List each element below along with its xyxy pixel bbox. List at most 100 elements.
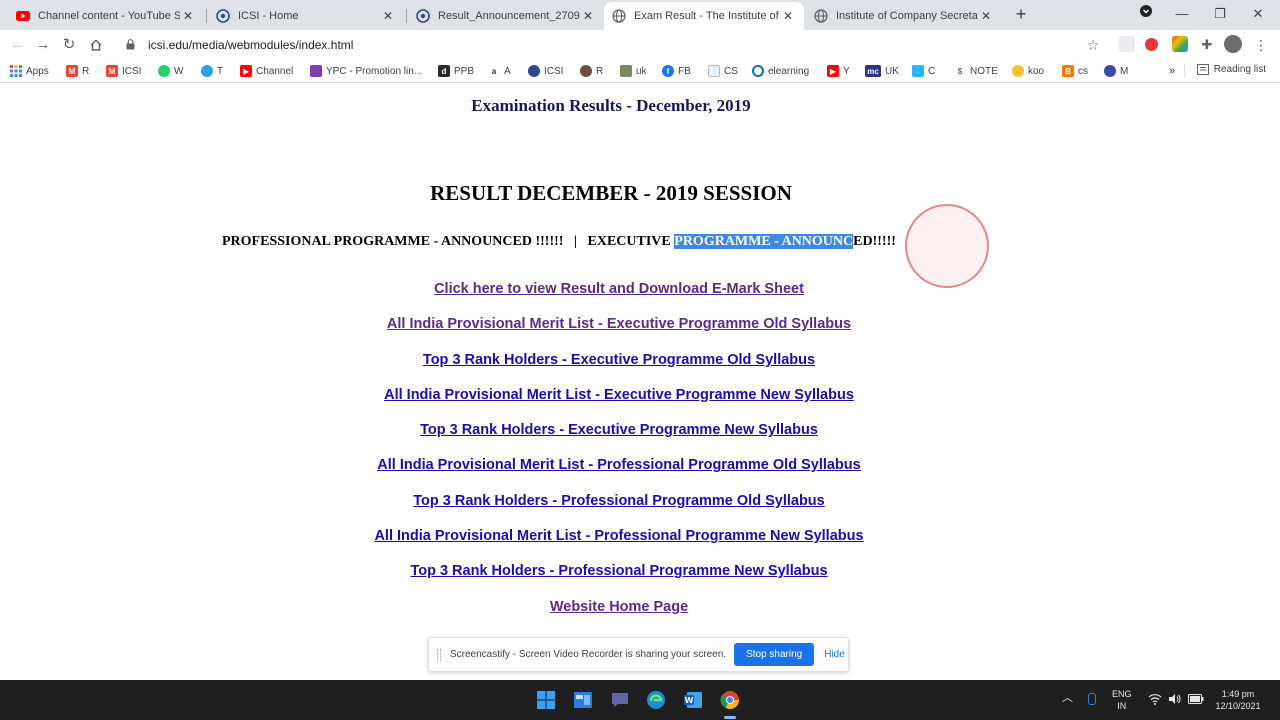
bookmark-label: R [596,65,604,77]
link-rank-holders-professional-old[interactable]: Top 3 Rank Holders - Professional Progra… [0,489,1238,524]
close-tab-icon[interactable]: ✕ [580,9,596,23]
teams-chat-icon[interactable] [609,689,631,711]
bookmark-apps[interactable]: Apps [10,64,49,78]
bookmark-item[interactable]: M ICSI [106,64,141,78]
dollar-icon: $ [954,65,966,77]
new-tab-plus-icon[interactable]: + [1011,4,1031,24]
close-window-icon[interactable]: ✕ [1248,4,1268,24]
onedrive-icon[interactable] [1088,693,1096,705]
selected-text: PROGRAMME - ANNOUNC [674,234,854,249]
windows-start-icon[interactable] [535,689,557,711]
bookmark-item[interactable]: W [158,64,183,78]
close-tab-icon[interactable]: ✕ [978,9,994,23]
bookmark-item[interactable]: CS [708,64,738,78]
tab-search-icon[interactable] [1136,4,1156,24]
screen-sharing-bar: Screencastify - Screen Video Recorder is… [428,637,849,672]
record-extension-icon[interactable] [1145,38,1158,51]
region-code: IN [1117,701,1127,711]
tab-youtube-studio[interactable]: Channel content - YouTube Studio ✕ [8,2,204,30]
bookmark-label: W [174,65,184,77]
browser-toolbar: ← → ↻ icsi.edu/media/webmodules/index.ht… [0,30,1280,59]
maximize-icon[interactable]: ❐ [1210,4,1230,24]
word-icon[interactable]: W [682,689,704,711]
tab-exam-result[interactable]: Exam Result - The Institute of Company S… [604,2,804,30]
browser-tab-strip: Channel content - YouTube Studio ✕ ICSI … [0,0,1280,30]
tab-title: Result_Announcement_27092020 [438,10,580,22]
bookmark-item[interactable]: aA [488,64,511,78]
shield-extension-icon[interactable] [1119,36,1135,52]
drag-handle-icon[interactable] [437,648,441,661]
page-content: Examination Results - December, 2019 RES… [0,84,1280,680]
profile-avatar[interactable] [1224,35,1242,53]
link-rank-holders-professional-new[interactable]: Top 3 Rank Holders - Professional Progra… [0,559,1238,594]
wifi-icon[interactable] [1148,693,1162,708]
bookmark-star-icon[interactable]: ☆ [1082,34,1104,56]
language-indicator[interactable]: ENG IN [1112,688,1132,712]
bookmark-item[interactable]: $ NOTE [954,64,998,78]
chrome-icon[interactable] [719,689,741,711]
link-merit-list-professional-old[interactable]: All India Provisional Merit List - Profe… [0,453,1238,488]
link-merit-list-professional-new[interactable]: All India Provisional Merit List - Profe… [0,524,1238,559]
more-bookmarks-chevron-icon[interactable]: » [1169,64,1175,78]
bookmark-item[interactable]: YPC - Promotion lin... [310,64,422,78]
tab-icsi-home[interactable]: ICSI - Home ✕ [208,2,404,30]
bookmark-item[interactable]: ▶ Channel [240,64,293,78]
result-heading: RESULT DECEMBER - 2019 SESSION [430,181,792,205]
announcement-text-end: ED!!!!! [853,234,896,249]
back-arrow-icon[interactable]: ← [6,34,28,56]
close-tab-icon[interactable]: ✕ [780,9,796,23]
link-rank-holders-executive-new[interactable]: Top 3 Rank Holders - Executive Programme… [0,418,1238,453]
tab-institute-company-secretaries[interactable]: Institute of Company Secretaries ✕ [806,2,1002,30]
bookmark-label: NOTE [970,65,998,77]
reading-list-button[interactable]: Reading list [1196,64,1266,75]
bookmark-label: cs [1078,65,1088,77]
address-bar[interactable]: icsi.edu/media/webmodules/index.html [114,32,1110,57]
close-tab-icon[interactable]: ✕ [180,9,196,23]
bookmark-item[interactable]: ▶ Y [827,64,850,78]
close-tab-icon[interactable]: ✕ [380,9,396,23]
bookmark-item[interactable]: elearning [752,64,809,78]
gmail-icon: M [106,65,118,77]
bookmark-item[interactable]: R [580,64,603,78]
reload-icon[interactable]: ↻ [58,34,80,56]
battery-icon[interactable] [1188,694,1204,707]
bookmark-item[interactable]: C [912,64,935,78]
forward-arrow-icon[interactable]: → [32,34,54,56]
link-website-home-page[interactable]: Website Home Page [0,595,1238,630]
bookmark-item[interactable]: koo [1012,64,1044,78]
clock[interactable]: 1:49 pm 12/10/2021 [1212,688,1264,712]
extensions-puzzle-icon[interactable]: ✚ [1196,34,1218,56]
bookmark-label: ICSI [544,65,564,77]
link-view-result-emark-sheet[interactable]: Click here to view Result and Download E… [0,277,1238,312]
d-logo-icon: d [438,65,450,77]
edge-browser-icon[interactable] [645,689,667,711]
bookmark-item[interactable]: uk [620,64,647,78]
bookmark-item[interactable]: ICSI [528,64,563,78]
home-icon[interactable] [85,34,107,56]
bookmarks-bar: Apps MR M ICSI W T ▶ Channel YPC - Promoti… [0,59,1280,83]
bookmark-item[interactable]: MR [66,64,89,78]
bookmark-item[interactable]: Bcs [1062,64,1088,78]
show-hidden-icons-chevron[interactable]: ︿ [1062,692,1073,704]
globe-icon [814,9,828,23]
bookmark-item[interactable]: mc UK [865,64,899,78]
link-merit-list-executive-new[interactable]: All India Provisional Merit List - Execu… [0,383,1238,418]
volume-icon[interactable] [1168,693,1182,708]
bookmark-label: M [1120,65,1129,77]
link-merit-list-executive-old[interactable]: All India Provisional Merit List - Execu… [0,312,1238,347]
stop-sharing-button[interactable]: Stop sharing [734,643,815,666]
minimize-icon[interactable]: — [1172,4,1192,24]
bookmark-item[interactable]: d PPB [438,64,474,78]
link-rank-holders-executive-old[interactable]: Top 3 Rank Holders - Executive Programme… [0,348,1238,383]
color-extension-icon[interactable] [1172,36,1188,52]
tab-result-announcement[interactable]: Result_Announcement_27092020 ✕ [408,2,604,30]
kebab-menu-icon[interactable]: ⋮ [1250,34,1272,56]
tab-title: Institute of Company Secretaries [836,10,978,22]
bookmark-label: T [217,65,224,77]
bookmark-item[interactable]: f FB [662,64,691,78]
file-explorer-icon[interactable] [572,689,594,711]
hide-button[interactable]: Hide [824,649,845,660]
reading-list-icon [1196,64,1209,75]
bookmark-item[interactable]: M [1104,64,1128,78]
bookmark-item[interactable]: T [201,64,223,78]
